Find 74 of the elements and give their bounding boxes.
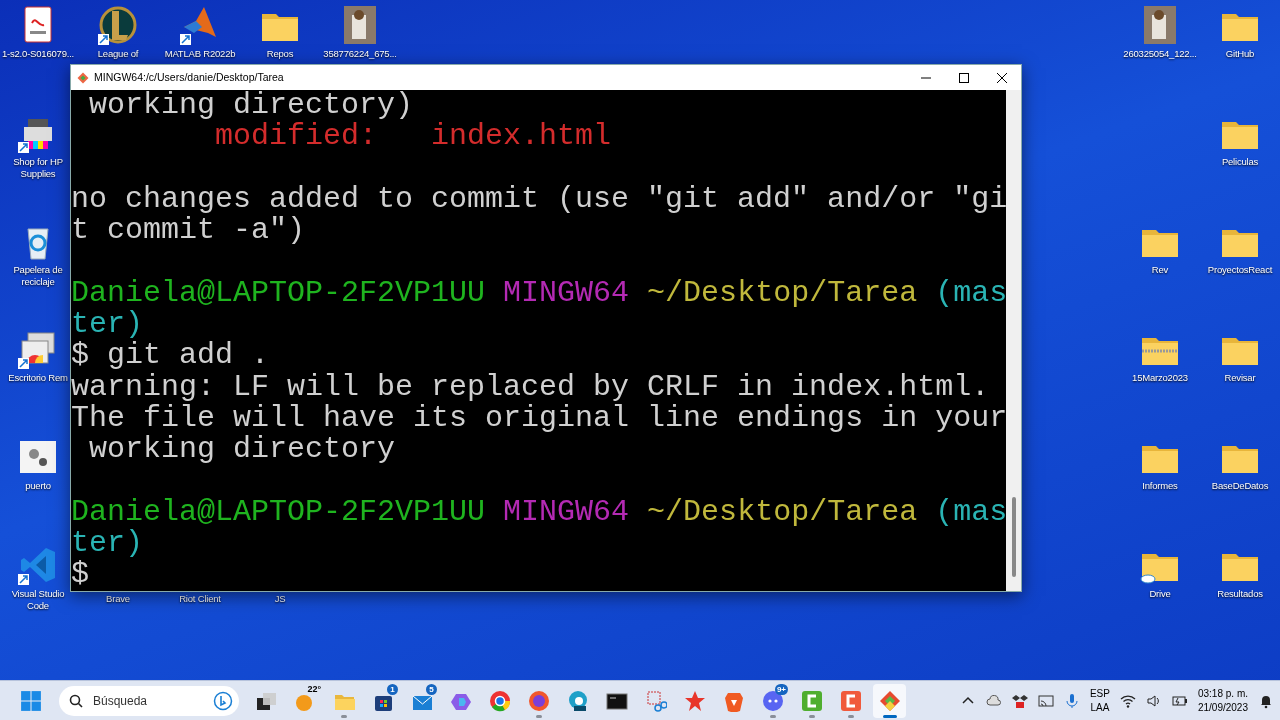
terminal-text: working directory) (88, 90, 414, 122)
search-field[interactable]: Búsqueda (91, 690, 201, 711)
taskbar-app[interactable]: 9+ (756, 683, 789, 718)
taskbar-app[interactable]: 5 (405, 683, 438, 718)
terminal-text: (mas (934, 275, 1006, 310)
game-logo-icon[interactable] (98, 5, 138, 45)
icon-label[interactable]: GitHub (1225, 48, 1255, 61)
speaker-icon[interactable] (1145, 692, 1162, 709)
terminal-text: MINGW64 (502, 494, 630, 529)
terminal-text: working directory (88, 432, 396, 467)
icon-label[interactable]: Revisar (1224, 372, 1256, 385)
terminal-text: (mas (934, 494, 1006, 529)
remote-desktop-icon[interactable] (18, 329, 58, 369)
icon-label[interactable]: BaseDeDatos (1211, 480, 1269, 493)
icon-label[interactable]: 358776224_675... (323, 48, 397, 61)
firefox-icon (527, 689, 550, 712)
icon-label[interactable]: 1-s2.0-S016079... (1, 48, 75, 61)
icon-label[interactable]: Rev (1151, 264, 1169, 277)
terminal-text: t commit -a") (71, 213, 306, 248)
icon-label[interactable]: JS (274, 593, 286, 606)
scrollbar[interactable] (1006, 90, 1021, 591)
language-text: ESP (1089, 687, 1110, 701)
terminal-text: ~/Desktop/Tarea (646, 275, 918, 310)
icon-label[interactable]: ProyectosReact (1207, 264, 1273, 277)
search-bar[interactable]: Búsqueda (59, 685, 239, 716)
notification-badge: 1 (387, 683, 398, 695)
git-logo-icon (878, 689, 901, 712)
language-indicator[interactable]: ESP LAA (1089, 687, 1110, 714)
time-text: 03:18 p. m. (1197, 687, 1248, 701)
language-text: LAA (1089, 700, 1110, 714)
star-icon (683, 689, 706, 712)
icon-label[interactable]: Papelera de reciclaje (7, 264, 69, 289)
bing-icon[interactable] (213, 690, 233, 711)
close-icon (997, 72, 1007, 83)
icon-label[interactable]: MATLAB R2022b (164, 48, 236, 61)
icon-label[interactable]: 260325054_122... (1123, 48, 1197, 61)
icon-label[interactable]: Resultados (1217, 588, 1263, 601)
cast-icon[interactable] (1037, 692, 1054, 709)
terminal-text: Daniela@LAPTOP-2F2VP1UU (71, 494, 486, 529)
chrome-icon (488, 689, 511, 712)
icon-label[interactable]: 15Marzo2023 (1132, 372, 1188, 385)
icon-label[interactable]: Peliculas (1221, 156, 1259, 169)
terminal-text: no changes added to commit (use "git add" and/or "gi (71, 181, 1006, 216)
discord-icon (761, 689, 784, 712)
notification-badge: 9+ (774, 683, 788, 695)
window-title: MINGW64:/c/Users/danie/Desktop/Tarea (94, 69, 284, 85)
icon-label[interactable]: Riot Client (179, 593, 221, 606)
icon-label[interactable]: puerto (25, 480, 51, 493)
icon-label[interactable]: Visual Studio Code (7, 588, 69, 613)
terminal-text: MINGW64 (502, 275, 630, 310)
temperature-text: 22° (306, 683, 322, 695)
windows-logo-icon (19, 689, 42, 712)
search-icon (69, 693, 83, 708)
date-text: 21/09/2023 (1197, 700, 1248, 714)
icon-label[interactable]: Shop for HP Supplies (7, 156, 69, 181)
icon-label[interactable]: Informes (1142, 480, 1178, 493)
microphone-icon[interactable] (1063, 692, 1080, 709)
git-logo-icon (77, 71, 89, 84)
notification-badge: 5 (426, 683, 437, 695)
icon-label[interactable]: Drive (1149, 588, 1171, 601)
icon-label[interactable]: Repos (266, 48, 294, 61)
taskbar-app[interactable]: 22° (288, 683, 321, 718)
terminal-text: ~/Desktop/Tarea (646, 494, 918, 529)
cloud-icon[interactable] (985, 692, 1002, 709)
clock[interactable]: 03:18 p. m. 21/09/2023 (1197, 687, 1248, 714)
maximize-icon (959, 72, 969, 83)
icon-label[interactable]: League of (97, 48, 139, 61)
icon-label[interactable]: Escritorio Rem (8, 372, 68, 385)
code-editor-icon[interactable] (18, 545, 58, 585)
icon-label[interactable]: Brave (106, 593, 130, 606)
terminal-text: Daniela@LAPTOP-2F2VP1UU (71, 275, 486, 310)
scissors-icon (644, 689, 667, 712)
taskbar-app[interactable]: 1 (366, 683, 399, 718)
terminal-text: modified: index.html (214, 119, 612, 154)
